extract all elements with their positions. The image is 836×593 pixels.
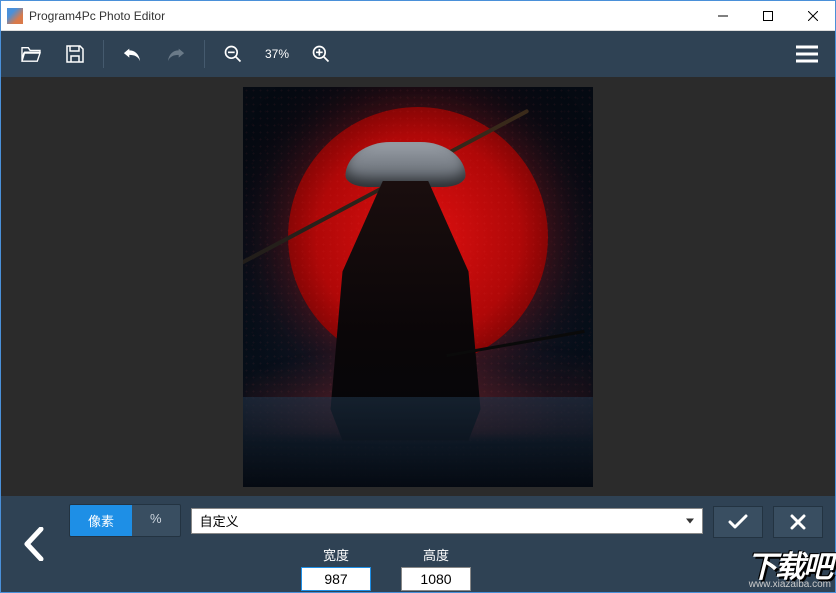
undo-button[interactable]: [110, 34, 154, 74]
width-input[interactable]: [301, 567, 371, 591]
back-button[interactable]: [9, 504, 59, 584]
toolbar: 37%: [1, 31, 835, 77]
apply-button[interactable]: [713, 506, 763, 538]
height-input[interactable]: [401, 567, 471, 591]
app-icon: [7, 8, 23, 24]
menu-button[interactable]: [787, 34, 827, 74]
width-label: 宽度: [323, 545, 349, 564]
unit-pixel-button[interactable]: 像素: [70, 505, 132, 536]
maximize-button[interactable]: [745, 1, 790, 30]
close-button[interactable]: [790, 1, 835, 30]
cancel-button[interactable]: [773, 506, 823, 538]
redo-button[interactable]: [154, 34, 198, 74]
minimize-button[interactable]: [700, 1, 745, 30]
titlebar: Program4Pc Photo Editor: [1, 1, 835, 31]
separator: [103, 40, 104, 68]
zoom-in-button[interactable]: [299, 34, 343, 74]
zoom-level: 37%: [255, 47, 299, 61]
unit-percent-button[interactable]: %: [132, 505, 180, 536]
preset-select[interactable]: 自定义: [191, 508, 703, 534]
preset-selected-label: 自定义: [200, 511, 239, 530]
unit-toggle: 像素 %: [69, 504, 181, 537]
separator: [204, 40, 205, 68]
resize-panel: 像素 % 自定义 宽度 高度 下载吧 www.xiazaiba.: [1, 496, 835, 592]
canvas-area[interactable]: [1, 77, 835, 496]
height-label: 高度: [423, 545, 449, 564]
save-button[interactable]: [53, 34, 97, 74]
zoom-out-button[interactable]: [211, 34, 255, 74]
image-preview: [243, 87, 593, 487]
window-controls: [700, 1, 835, 30]
window-title: Program4Pc Photo Editor: [29, 9, 165, 23]
open-button[interactable]: [9, 34, 53, 74]
